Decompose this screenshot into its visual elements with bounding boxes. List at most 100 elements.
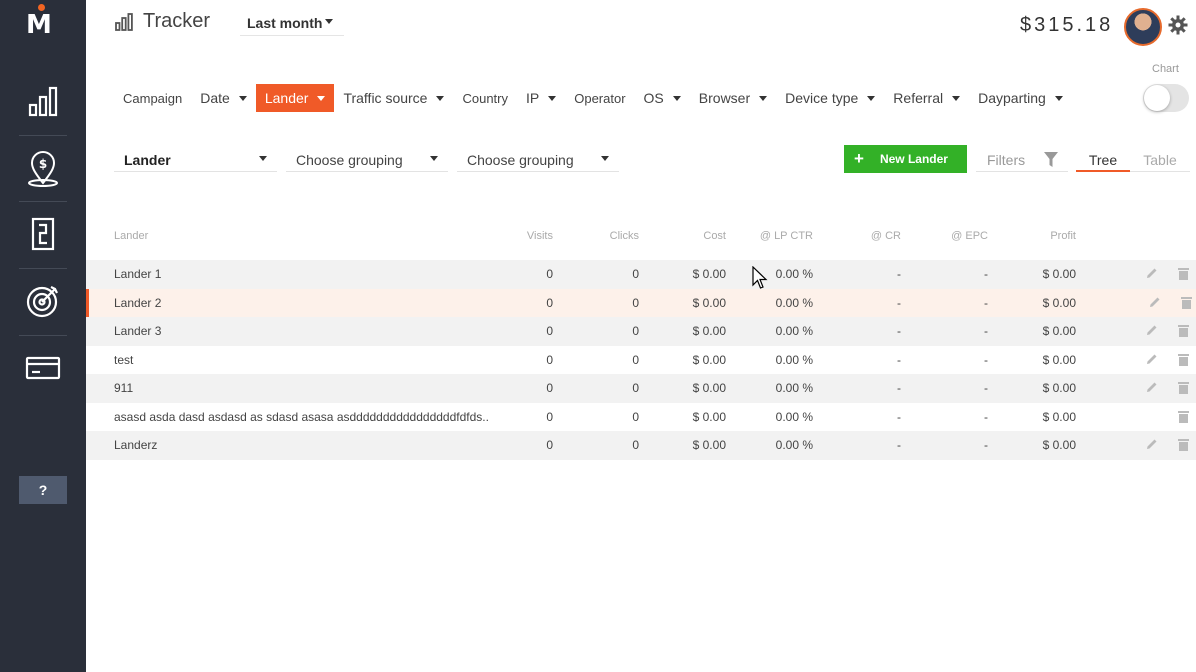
trash-icon[interactable]	[1178, 410, 1189, 426]
table-view-tab[interactable]: Table	[1130, 146, 1190, 172]
nav-offers[interactable]	[19, 268, 67, 334]
nav-landers[interactable]	[19, 201, 67, 267]
epc-cell: -	[984, 352, 988, 367]
page-title: Tracker	[143, 10, 211, 32]
tab-country[interactable]: Country	[453, 84, 517, 112]
trash-icon[interactable]	[1178, 267, 1189, 283]
gear-icon[interactable]	[1168, 15, 1188, 35]
grouping-select-2[interactable]: Choose grouping	[286, 146, 448, 172]
lander-name-cell: 911	[114, 381, 134, 395]
svg-text:$: $	[39, 157, 47, 171]
chevron-down-icon[interactable]	[867, 95, 876, 101]
grouping-select-1[interactable]: Lander	[114, 146, 277, 172]
trash-icon[interactable]	[1178, 438, 1189, 454]
column-header[interactable]: Visits	[527, 230, 553, 242]
lp-ctr-cell: 0.00 %	[775, 438, 813, 452]
chevron-down-icon[interactable]	[759, 95, 768, 101]
column-header[interactable]: @ EPC	[951, 230, 988, 242]
tab-ip[interactable]: IP	[517, 84, 565, 112]
table-row[interactable]: Landerz 0 0 $ 0.00 0.00 % - - $ 0.00	[86, 431, 1196, 460]
trash-icon[interactable]	[1181, 296, 1192, 312]
trash-icon[interactable]	[1178, 381, 1189, 397]
nav-stats[interactable]	[19, 68, 67, 134]
column-header[interactable]: Cost	[703, 230, 726, 242]
chevron-down-icon	[325, 19, 333, 24]
tab-browser[interactable]: Browser	[690, 84, 776, 112]
tab-date[interactable]: Date	[191, 84, 256, 112]
tab-traffic-source[interactable]: Traffic source	[334, 84, 453, 112]
tree-view-tab[interactable]: Tree	[1076, 146, 1130, 172]
visits-cell: 0	[546, 381, 553, 395]
cr-cell: -	[897, 324, 901, 338]
lp-ctr-cell: 0.00 %	[775, 352, 813, 367]
edit-icon[interactable]	[1149, 296, 1161, 311]
grouping-select-3[interactable]: Choose grouping	[457, 146, 619, 172]
grouping-select-2-label: Choose grouping	[296, 152, 403, 168]
chevron-down-icon[interactable]	[672, 95, 681, 101]
column-header[interactable]: Clicks	[610, 230, 639, 242]
tab-label: Referral	[893, 90, 944, 106]
cr-cell: -	[897, 381, 901, 395]
table-row[interactable]: asasd asda dasd asdasd as sdasd asasa as…	[86, 403, 1196, 432]
trash-icon[interactable]	[1178, 324, 1189, 340]
chevron-down-icon[interactable]	[238, 95, 247, 101]
chevron-down-icon	[601, 156, 609, 161]
column-header[interactable]: @ LP CTR	[760, 230, 813, 242]
tab-device-type[interactable]: Device type	[776, 84, 884, 112]
table-row[interactable]: Lander 3 0 0 $ 0.00 0.00 % - - $ 0.00	[86, 317, 1196, 346]
period-select[interactable]: Last month	[240, 9, 344, 36]
chevron-down-icon[interactable]	[317, 95, 326, 101]
column-header[interactable]: Profit	[1050, 230, 1076, 242]
tab-label: Traffic source	[343, 90, 428, 106]
lp-ctr-cell: 0.00 %	[775, 324, 813, 338]
new-lander-label: New Lander	[879, 152, 948, 166]
epc-cell: -	[984, 267, 988, 281]
column-header[interactable]: Lander	[114, 230, 148, 242]
tab-campaign[interactable]: Campaign	[114, 84, 191, 112]
edit-icon[interactable]	[1146, 324, 1158, 339]
chevron-down-icon[interactable]	[436, 95, 445, 101]
table-row[interactable]: 911 0 0 $ 0.00 0.00 % - - $ 0.00	[86, 374, 1196, 403]
tab-referral[interactable]: Referral	[884, 84, 969, 112]
tab-label: Country	[462, 90, 508, 106]
table-row[interactable]: Lander 2 0 0 $ 0.00 0.00 % - - $ 0.00	[86, 288, 1196, 317]
epc-cell: -	[984, 295, 988, 310]
lp-ctr-cell: 0.00 %	[775, 295, 813, 310]
chevron-down-icon[interactable]	[952, 95, 961, 101]
profit-cell: $ 0.00	[1042, 352, 1076, 367]
avatar[interactable]	[1124, 8, 1162, 46]
epc-cell: -	[984, 324, 988, 338]
logo[interactable]: M	[22, 4, 62, 40]
epc-cell: -	[984, 438, 988, 452]
epc-cell: -	[984, 409, 988, 424]
table-row[interactable]: test 0 0 $ 0.00 0.00 % - - $ 0.00	[86, 346, 1196, 375]
column-header[interactable]: @ CR	[871, 230, 901, 242]
cost-cell: $ 0.00	[692, 381, 726, 395]
table-row[interactable]: Lander 1 0 0 $ 0.00 0.00 % - - $ 0.00	[86, 260, 1196, 289]
tab-os[interactable]: OS	[635, 84, 690, 112]
new-lander-button[interactable]: + New Lander	[844, 145, 967, 173]
edit-icon[interactable]	[1146, 353, 1158, 368]
nav-campaigns[interactable]: $	[19, 135, 67, 201]
tab-lander[interactable]: Lander	[255, 84, 335, 112]
nav-payments[interactable]	[19, 335, 67, 401]
tab-dayparting[interactable]: Dayparting	[969, 84, 1072, 112]
clicks-cell: 0	[632, 438, 639, 452]
stats-icon	[28, 86, 58, 117]
tab-operator[interactable]: Operator	[565, 84, 634, 112]
logo-mark: M	[26, 10, 52, 40]
tab-label: Device type	[785, 90, 859, 106]
chart-toggle[interactable]	[1143, 84, 1189, 112]
cr-cell: -	[897, 295, 901, 310]
edit-icon[interactable]	[1146, 438, 1158, 453]
chevron-down-icon[interactable]	[548, 95, 557, 101]
visits-cell: 0	[546, 295, 553, 310]
edit-icon[interactable]	[1146, 381, 1158, 396]
filters-button[interactable]: Filters	[976, 146, 1068, 172]
trash-icon[interactable]	[1178, 353, 1189, 369]
tab-label: OS	[643, 90, 664, 106]
tab-label: Lander	[264, 90, 309, 106]
edit-icon[interactable]	[1146, 267, 1158, 282]
chevron-down-icon[interactable]	[1054, 95, 1063, 101]
help-button[interactable]: ?	[19, 476, 67, 504]
